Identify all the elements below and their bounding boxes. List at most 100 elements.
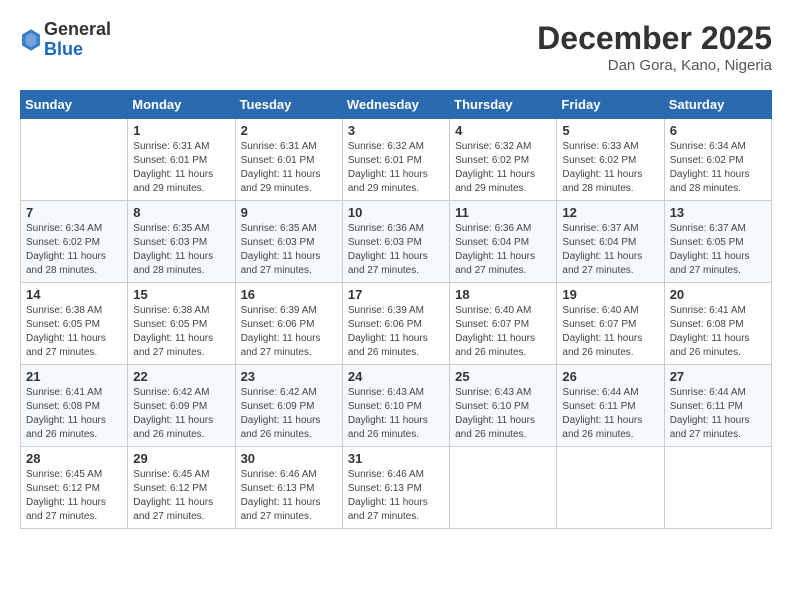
day-number: 29 — [133, 451, 229, 466]
calendar-cell: 26 Sunrise: 6:44 AM Sunset: 6:11 PM Dayli… — [557, 365, 664, 447]
calendar-cell — [21, 119, 128, 201]
calendar-header-wednesday: Wednesday — [342, 91, 449, 119]
day-number: 20 — [670, 287, 766, 302]
day-number: 21 — [26, 369, 122, 384]
day-number: 22 — [133, 369, 229, 384]
day-info: Sunrise: 6:40 AM Sunset: 6:07 PM Dayligh… — [455, 304, 551, 360]
day-number: 31 — [348, 451, 444, 466]
day-number: 15 — [133, 287, 229, 302]
logo-blue-text: Blue — [44, 40, 111, 60]
calendar-cell: 19 Sunrise: 6:40 AM Sunset: 6:07 PM Dayli… — [557, 283, 664, 365]
day-number: 7 — [26, 205, 122, 220]
day-info: Sunrise: 6:42 AM Sunset: 6:09 PM Dayligh… — [133, 386, 229, 442]
calendar-week-row-4: 28Sunrise: 6:45 AM Sunset: 6:12 PM Dayli… — [21, 447, 772, 529]
day-info: Sunrise: 6:46 AM Sunset: 6:13 PM Dayligh… — [348, 468, 444, 524]
calendar-cell: 30 Sunrise: 6:46 AM Sunset: 6:13 PM Dayli… — [235, 447, 342, 529]
day-number: 9 — [241, 205, 337, 220]
calendar-cell: 1Sunrise: 6:31 AM Sunset: 6:01 PM Daylig… — [128, 119, 235, 201]
calendar-cell — [557, 447, 664, 529]
calendar-cell: 13Sunrise: 6:37 AM Sunset: 6:05 PM Dayli… — [664, 201, 771, 283]
day-number: 4 — [455, 123, 551, 138]
day-number: 5 — [562, 123, 658, 138]
calendar-cell — [664, 447, 771, 529]
calendar-cell: 10 Sunrise: 6:36 AM Sunset: 6:03 PM Dayli… — [342, 201, 449, 283]
calendar-cell: 18Sunrise: 6:40 AM Sunset: 6:07 PM Dayli… — [450, 283, 557, 365]
day-number: 3 — [348, 123, 444, 138]
day-info: Sunrise: 6:45 AM Sunset: 6:12 PM Dayligh… — [133, 468, 229, 524]
day-number: 30 — [241, 451, 337, 466]
day-info: Sunrise: 6:37 AM Sunset: 6:05 PM Dayligh… — [670, 222, 766, 278]
day-info: Sunrise: 6:45 AM Sunset: 6:12 PM Dayligh… — [26, 468, 122, 524]
day-number: 14 — [26, 287, 122, 302]
calendar-header-sunday: Sunday — [21, 91, 128, 119]
calendar-cell: 3 Sunrise: 6:32 AM Sunset: 6:01 PM Daylig… — [342, 119, 449, 201]
day-info: Sunrise: 6:32 AM Sunset: 6:01 PM Dayligh… — [348, 140, 444, 196]
day-info: Sunrise: 6:43 AM Sunset: 6:10 PM Dayligh… — [348, 386, 444, 442]
day-info: Sunrise: 6:31 AM Sunset: 6:01 PM Dayligh… — [241, 140, 337, 196]
calendar-cell: 23 Sunrise: 6:42 AM Sunset: 6:09 PM Dayli… — [235, 365, 342, 447]
month-title: December 2025 — [537, 20, 772, 57]
day-info: Sunrise: 6:46 AM Sunset: 6:13 PM Dayligh… — [241, 468, 337, 524]
calendar-cell: 14Sunrise: 6:38 AM Sunset: 6:05 PM Dayli… — [21, 283, 128, 365]
day-info: Sunrise: 6:35 AM Sunset: 6:03 PM Dayligh… — [241, 222, 337, 278]
day-info: Sunrise: 6:32 AM Sunset: 6:02 PM Dayligh… — [455, 140, 551, 196]
calendar-cell — [450, 447, 557, 529]
day-info: Sunrise: 6:44 AM Sunset: 6:11 PM Dayligh… — [562, 386, 658, 442]
calendar-cell: 29 Sunrise: 6:45 AM Sunset: 6:12 PM Dayli… — [128, 447, 235, 529]
day-info: Sunrise: 6:34 AM Sunset: 6:02 PM Dayligh… — [670, 140, 766, 196]
day-number: 25 — [455, 369, 551, 384]
day-info: Sunrise: 6:35 AM Sunset: 6:03 PM Dayligh… — [133, 222, 229, 278]
calendar-cell: 12 Sunrise: 6:37 AM Sunset: 6:04 PM Dayli… — [557, 201, 664, 283]
calendar-cell: 22 Sunrise: 6:42 AM Sunset: 6:09 PM Dayli… — [128, 365, 235, 447]
day-number: 26 — [562, 369, 658, 384]
calendar-header-monday: Monday — [128, 91, 235, 119]
day-number: 24 — [348, 369, 444, 384]
calendar-cell: 21 Sunrise: 6:41 AM Sunset: 6:08 PM Dayli… — [21, 365, 128, 447]
day-info: Sunrise: 6:40 AM Sunset: 6:07 PM Dayligh… — [562, 304, 658, 360]
calendar-week-row-0: 1 Sunrise: 6:31 AM Sunset: 6:01 PM Daylig… — [21, 119, 772, 201]
title-block: December 2025 Dan Gora, Kano, Nigeria — [537, 20, 772, 74]
day-info: Sunrise: 6:36 AM Sunset: 6:03 PM Dayligh… — [348, 222, 444, 278]
calendar-header-friday: Friday — [557, 91, 664, 119]
day-info: Sunrise: 6:41 AM Sunset: 6:08 PM Dayligh… — [26, 386, 122, 442]
calendar-cell: 9 Sunrise: 6:35 AM Sunset: 6:03 PM Daylig… — [235, 201, 342, 283]
calendar-week-row-3: 21 Sunrise: 6:41 AM Sunset: 6:08 PM Dayli… — [21, 365, 772, 447]
day-number: 27 — [670, 369, 766, 384]
logo-icon — [22, 29, 40, 51]
day-number: 8 — [133, 205, 229, 220]
location-text: Dan Gora, Kano, Nigeria — [537, 57, 772, 74]
calendar-cell: 4 Sunrise: 6:32 AM Sunset: 6:02 PM Daylig… — [450, 119, 557, 201]
calendar-cell: 20 Sunrise: 6:41 AM Sunset: 6:08 PM Dayli… — [664, 283, 771, 365]
day-info: Sunrise: 6:37 AM Sunset: 6:04 PM Dayligh… — [562, 222, 658, 278]
calendar-cell: 28Sunrise: 6:45 AM Sunset: 6:12 PM Dayli… — [21, 447, 128, 529]
calendar-cell: 6Sunrise: 6:34 AM Sunset: 6:02 PM Daylig… — [664, 119, 771, 201]
calendar-cell: 11Sunrise: 6:36 AM Sunset: 6:04 PM Dayli… — [450, 201, 557, 283]
calendar-header-saturday: Saturday — [664, 91, 771, 119]
day-info: Sunrise: 6:44 AM Sunset: 6:11 PM Dayligh… — [670, 386, 766, 442]
day-number: 17 — [348, 287, 444, 302]
day-number: 2 — [241, 123, 337, 138]
calendar-cell: 31 Sunrise: 6:46 AM Sunset: 6:13 PM Dayli… — [342, 447, 449, 529]
day-number: 23 — [241, 369, 337, 384]
page-header: General Blue December 2025 Dan Gora, Kan… — [20, 20, 772, 74]
calendar-cell: 24 Sunrise: 6:43 AM Sunset: 6:10 PM Dayli… — [342, 365, 449, 447]
day-number: 19 — [562, 287, 658, 302]
day-info: Sunrise: 6:41 AM Sunset: 6:08 PM Dayligh… — [670, 304, 766, 360]
calendar-cell: 2 Sunrise: 6:31 AM Sunset: 6:01 PM Daylig… — [235, 119, 342, 201]
day-info: Sunrise: 6:38 AM Sunset: 6:05 PM Dayligh… — [133, 304, 229, 360]
day-info: Sunrise: 6:39 AM Sunset: 6:06 PM Dayligh… — [348, 304, 444, 360]
calendar-cell: 5Sunrise: 6:33 AM Sunset: 6:02 PM Daylig… — [557, 119, 664, 201]
calendar-cell: 25Sunrise: 6:43 AM Sunset: 6:10 PM Dayli… — [450, 365, 557, 447]
calendar-cell: 16Sunrise: 6:39 AM Sunset: 6:06 PM Dayli… — [235, 283, 342, 365]
day-number: 10 — [348, 205, 444, 220]
logo-general-text: General — [44, 20, 111, 40]
day-number: 12 — [562, 205, 658, 220]
calendar-table: SundayMondayTuesdayWednesdayThursdayFrid… — [20, 90, 772, 529]
day-info: Sunrise: 6:36 AM Sunset: 6:04 PM Dayligh… — [455, 222, 551, 278]
calendar-header-tuesday: Tuesday — [235, 91, 342, 119]
day-number: 1 — [133, 123, 229, 138]
calendar-header-thursday: Thursday — [450, 91, 557, 119]
day-number: 16 — [241, 287, 337, 302]
calendar-cell: 17 Sunrise: 6:39 AM Sunset: 6:06 PM Dayli… — [342, 283, 449, 365]
day-info: Sunrise: 6:42 AM Sunset: 6:09 PM Dayligh… — [241, 386, 337, 442]
